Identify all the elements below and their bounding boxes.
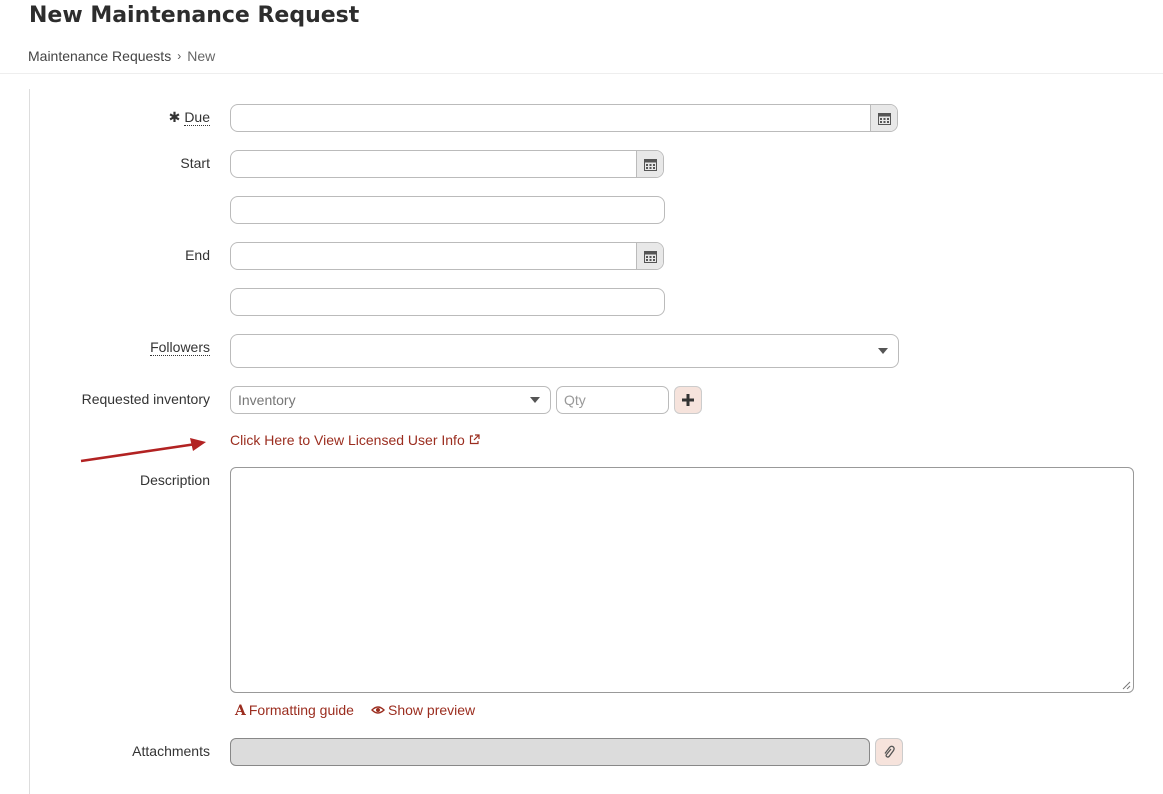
qty-input[interactable]: Qty bbox=[556, 386, 669, 414]
attachments-input[interactable] bbox=[230, 738, 870, 766]
followers-select[interactable] bbox=[230, 334, 899, 368]
page-title: New Maintenance Request bbox=[29, 3, 360, 28]
calendar-icon bbox=[643, 250, 657, 263]
breadcrumb: Maintenance Requests › New bbox=[28, 48, 215, 64]
breadcrumb-separator: › bbox=[177, 49, 182, 63]
plus-icon bbox=[682, 394, 694, 406]
formatting-guide-link[interactable]: A Formatting guide bbox=[235, 702, 354, 719]
due-date-input[interactable] bbox=[230, 104, 898, 132]
start-date-input[interactable] bbox=[230, 150, 664, 178]
form-left-border bbox=[29, 89, 30, 794]
inventory-select[interactable]: Inventory bbox=[230, 386, 551, 414]
due-calendar-button[interactable] bbox=[870, 105, 897, 131]
paperclip-icon bbox=[884, 745, 895, 758]
required-star-icon: ✱ bbox=[168, 109, 181, 125]
start-calendar-button[interactable] bbox=[636, 151, 663, 177]
end-date-input[interactable] bbox=[230, 242, 664, 270]
end-calendar-button[interactable] bbox=[636, 243, 663, 269]
calendar-icon bbox=[643, 158, 657, 171]
header-divider bbox=[0, 73, 1163, 74]
annotation-arrow bbox=[80, 438, 206, 463]
chevron-down-icon bbox=[878, 348, 888, 354]
attach-file-button[interactable] bbox=[875, 738, 903, 766]
end-label: End bbox=[185, 247, 210, 263]
breadcrumb-parent-link[interactable]: Maintenance Requests bbox=[28, 48, 171, 64]
font-icon: A bbox=[235, 703, 246, 719]
calendar-icon bbox=[877, 112, 891, 125]
licensed-user-info-link[interactable]: Click Here to View Licensed User Info bbox=[230, 432, 480, 448]
requested-inventory-label: Requested inventory bbox=[81, 391, 210, 407]
end-time-input[interactable] bbox=[230, 288, 665, 316]
eye-icon bbox=[371, 706, 385, 714]
followers-label: Followers bbox=[150, 339, 210, 356]
description-label: Description bbox=[139, 472, 210, 488]
description-textarea[interactable] bbox=[230, 467, 1134, 693]
start-label: Start bbox=[180, 155, 210, 171]
external-link-icon bbox=[469, 434, 480, 445]
due-label: ✱ Due bbox=[168, 109, 210, 126]
add-inventory-button[interactable] bbox=[674, 386, 702, 414]
chevron-down-icon bbox=[530, 397, 540, 403]
attachments-label: Attachments bbox=[132, 743, 210, 759]
start-time-input[interactable] bbox=[230, 196, 665, 224]
show-preview-link[interactable]: Show preview bbox=[371, 702, 475, 718]
breadcrumb-current: New bbox=[187, 48, 216, 64]
resize-handle-icon[interactable] bbox=[1122, 681, 1131, 690]
